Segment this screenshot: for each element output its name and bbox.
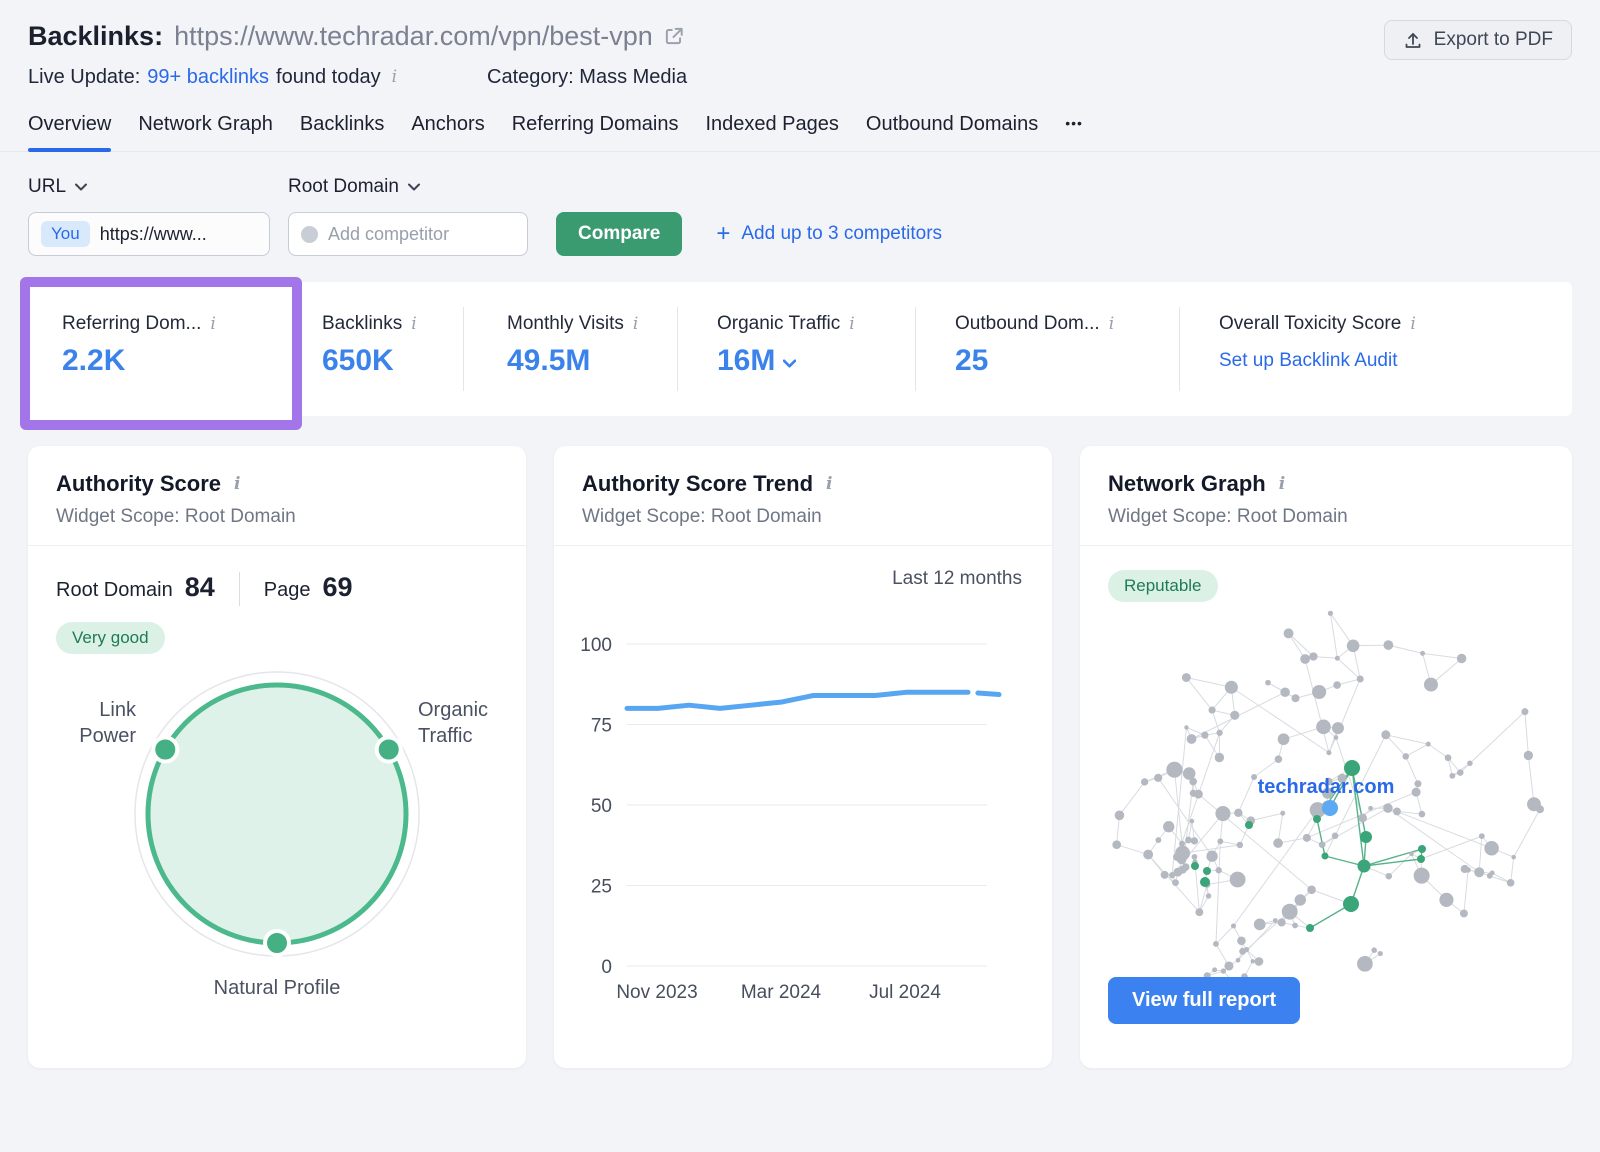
svg-text:Jul 2024: Jul 2024: [869, 982, 941, 1003]
svg-text:100: 100: [580, 635, 612, 656]
tab-outbound-domains[interactable]: Outbound Domains: [866, 113, 1038, 151]
chevron-down-icon: [75, 183, 87, 191]
backlinks-value[interactable]: 650K: [322, 344, 463, 378]
authority-score-radar-chart: Link Power Organic Traffic Natural Profile: [28, 656, 526, 1016]
monthly-visits-value[interactable]: 49.5M: [507, 344, 677, 378]
svg-text:0: 0: [601, 957, 612, 978]
live-update-link[interactable]: 99+ backlinks: [147, 66, 269, 89]
outbound-domains-value[interactable]: 25: [955, 344, 1179, 378]
metrics-summary-bar: Referring Dom...i 2.2K Backlinksi 650K M…: [28, 282, 1572, 416]
svg-text:Link: Link: [99, 699, 137, 721]
plus-icon: +: [716, 222, 730, 246]
category-label: Category: Mass Media: [487, 66, 687, 89]
page-score: 69: [322, 572, 352, 603]
export-icon: [1403, 30, 1423, 50]
info-icon[interactable]: i: [1109, 316, 1114, 333]
title-block: Backlinks: https://www.techradar.com/vpn…: [28, 18, 687, 89]
metric-toxicity-score: Overall Toxicity Scorei Set up Backlink …: [1179, 282, 1572, 416]
root-domain-score: 84: [185, 572, 215, 603]
network-graph-svg: [1080, 586, 1578, 1026]
widget-scope: Widget Scope: Root Domain: [582, 506, 1024, 528]
tab-backlinks[interactable]: Backlinks: [300, 113, 384, 151]
competitor-color-dot: [301, 226, 318, 243]
live-update-row: Live Update: 99+ backlinks found today i…: [28, 66, 687, 89]
target-url-input[interactable]: You https://www...: [28, 212, 270, 256]
add-competitors-link[interactable]: + Add up to 3 competitors: [716, 222, 942, 246]
authority-score-card: Authority Scorei Widget Scope: Root Doma…: [28, 446, 526, 1068]
topbar: Backlinks: https://www.techradar.com/vpn…: [0, 0, 1600, 89]
info-icon[interactable]: i: [411, 316, 416, 333]
view-full-report-button[interactable]: View full report: [1108, 977, 1300, 1024]
info-icon[interactable]: i: [210, 316, 215, 333]
target-type-dropdown[interactable]: URL: [28, 176, 288, 198]
info-icon[interactable]: i: [1410, 316, 1415, 333]
target-url: https://www.techradar.com/vpn/best-vpn: [174, 18, 653, 54]
widget-scope: Widget Scope: Root Domain: [1108, 506, 1544, 528]
svg-text:Organic: Organic: [418, 699, 488, 721]
tab-referring-domains[interactable]: Referring Domains: [512, 113, 679, 151]
tab-network-graph[interactable]: Network Graph: [138, 113, 273, 151]
authority-score-values: Root Domain 84 Page 69: [56, 572, 526, 606]
you-badge: You: [41, 221, 90, 247]
info-icon[interactable]: i: [633, 316, 638, 333]
info-icon[interactable]: i: [392, 69, 397, 86]
chevron-down-icon[interactable]: [783, 359, 796, 368]
metric-organic-traffic: Organic Traffici 16M: [677, 282, 915, 416]
organic-traffic-value[interactable]: 16M: [717, 344, 775, 378]
export-to-pdf-button[interactable]: Export to PDF: [1384, 20, 1572, 60]
info-icon[interactable]: i: [1279, 476, 1285, 493]
svg-text:25: 25: [591, 877, 612, 898]
trend-range-label: Last 12 months: [554, 546, 1052, 590]
score-rating-badge: Very good: [56, 622, 165, 654]
info-icon[interactable]: i: [826, 476, 832, 493]
tab-overview[interactable]: Overview: [28, 113, 111, 151]
svg-text:Mar 2024: Mar 2024: [741, 982, 822, 1003]
tab-indexed-pages[interactable]: Indexed Pages: [705, 113, 838, 151]
svg-text:Natural Profile: Natural Profile: [214, 977, 341, 999]
widget-scope: Widget Scope: Root Domain: [56, 506, 498, 528]
tab-bar: Overview Network Graph Backlinks Anchors…: [0, 113, 1600, 152]
info-icon[interactable]: i: [849, 316, 854, 333]
add-competitor-input[interactable]: Add competitor: [288, 212, 528, 256]
scope-dropdown[interactable]: Root Domain: [288, 176, 420, 198]
chevron-down-icon: [408, 183, 420, 191]
backlinks-overview-page: Backlinks: https://www.techradar.com/vpn…: [0, 0, 1600, 1152]
metric-outbound-domains: Outbound Dom...i 25: [915, 282, 1179, 416]
svg-text:50: 50: [591, 796, 612, 817]
metric-referring-domains: Referring Dom...i 2.2K: [28, 282, 302, 416]
live-update-label: Live Update:: [28, 66, 140, 89]
svg-text:75: 75: [591, 716, 612, 737]
svg-text:Traffic: Traffic: [418, 725, 472, 747]
target-url-value: https://www...: [100, 224, 207, 245]
compare-button[interactable]: Compare: [556, 212, 682, 256]
svg-text:Power: Power: [79, 725, 136, 747]
metric-backlinks: Backlinksi 650K: [302, 282, 463, 416]
metric-monthly-visits: Monthly Visitsi 49.5M: [463, 282, 677, 416]
filters-section: URL Root Domain You https://www... Add c…: [0, 152, 1600, 256]
info-icon[interactable]: i: [234, 476, 240, 493]
svg-text:Nov 2023: Nov 2023: [616, 982, 697, 1003]
setup-backlink-audit-link[interactable]: Set up Backlink Audit: [1219, 350, 1398, 372]
add-competitor-placeholder: Add competitor: [328, 224, 449, 245]
trend-chart: 100 75 50 25 0Nov 2023 Mar 2024 Jul 2024: [554, 594, 1052, 1014]
tab-more[interactable]: •••: [1065, 115, 1083, 151]
external-link-icon[interactable]: [663, 25, 685, 47]
tab-anchors[interactable]: Anchors: [411, 113, 484, 151]
live-update-suffix: found today: [276, 66, 381, 89]
widget-cards-row: Authority Scorei Widget Scope: Root Doma…: [0, 416, 1600, 1068]
referring-domains-value[interactable]: 2.2K: [62, 344, 302, 378]
network-graph-card: Network Graphi Widget Scope: Root Domain…: [1080, 446, 1572, 1068]
reputable-badge: Reputable: [1108, 570, 1218, 602]
authority-score-trend-card: Authority Score Trendi Widget Scope: Roo…: [554, 446, 1052, 1068]
page-title: Backlinks:: [28, 18, 163, 54]
